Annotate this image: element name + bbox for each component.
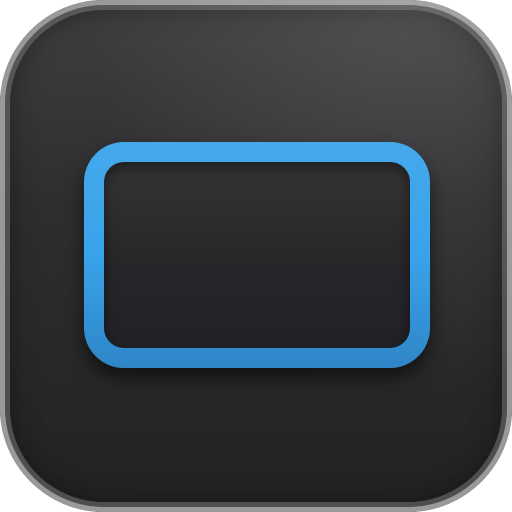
app-icon[interactable] [0,0,512,512]
window-outline-icon [84,142,430,368]
